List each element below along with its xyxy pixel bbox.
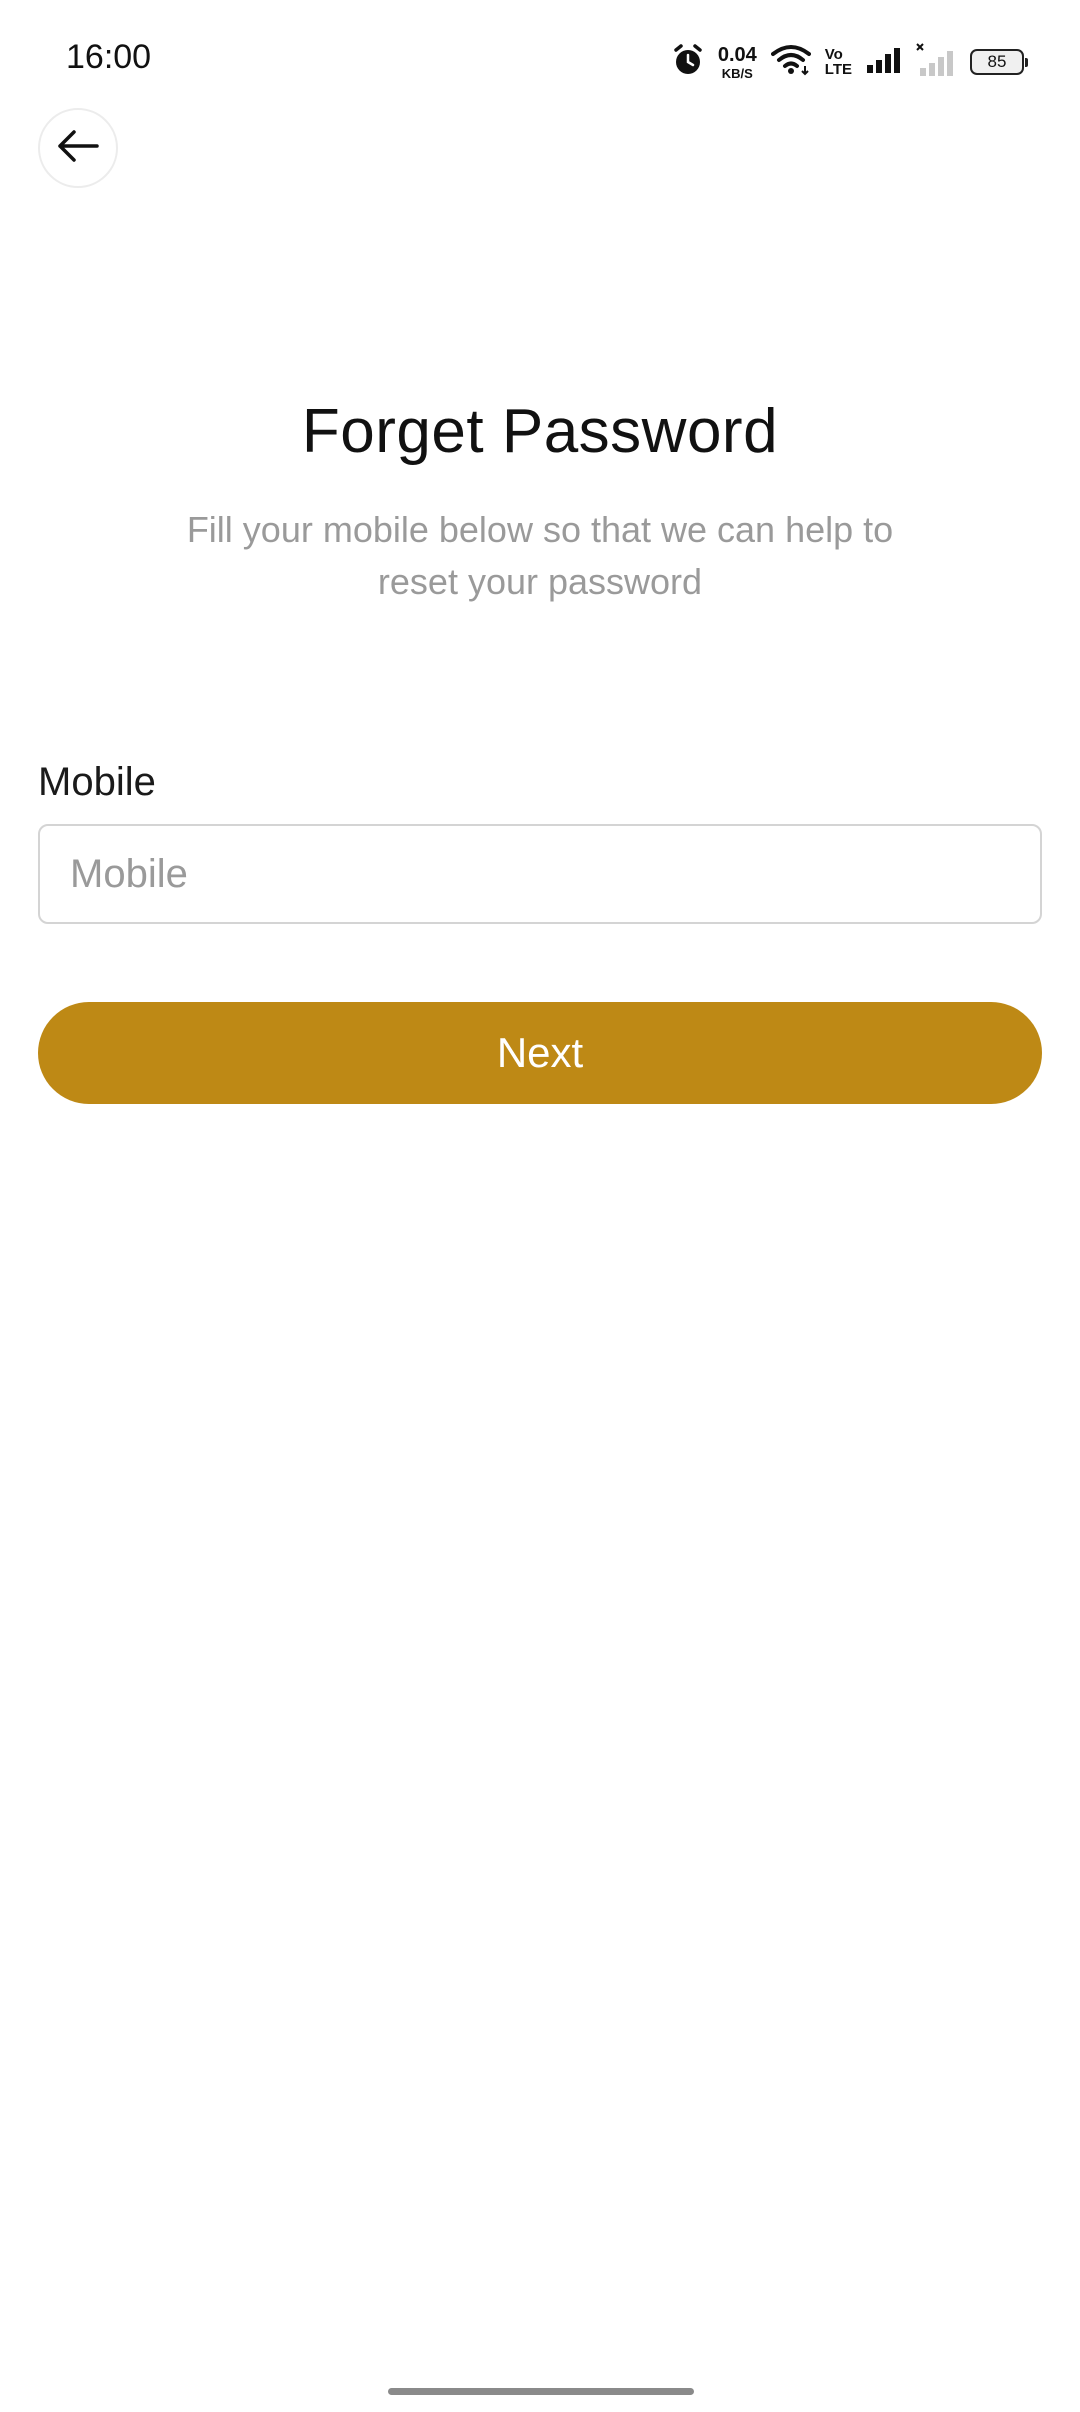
- volte-label-bottom: LTE: [824, 61, 852, 78]
- arrow-left-icon: [57, 129, 99, 168]
- battery-icon: 85: [970, 49, 1028, 75]
- status-icons: 0.04 KB/S Vo LTE 85: [672, 40, 1028, 84]
- volte-icon: Vo LTE: [825, 47, 852, 77]
- next-button[interactable]: Next: [38, 1002, 1042, 1104]
- home-indicator[interactable]: [388, 2388, 694, 2395]
- wifi-icon: [770, 44, 811, 81]
- mobile-input[interactable]: [38, 824, 1042, 924]
- battery-level: 85: [987, 52, 1007, 71]
- mobile-label: Mobile: [38, 760, 156, 804]
- status-bar: 16:00 0.04 KB/S Vo LTE 85: [0, 0, 1080, 120]
- alarm-icon: [672, 43, 704, 82]
- network-speed: 0.04 KB/S: [718, 45, 757, 80]
- network-speed-value: 0.04: [717, 43, 757, 66]
- signal-icon: [866, 46, 902, 79]
- page-title: Forget Password: [301, 397, 779, 466]
- network-speed-unit: KB/S: [721, 65, 753, 81]
- page-subtitle: Fill your mobile below so that we can he…: [186, 509, 894, 602]
- status-time: 16:00: [66, 38, 152, 76]
- back-button[interactable]: [38, 108, 118, 188]
- volte-label-top: Vo: [824, 46, 843, 63]
- signal-no-service-icon: [916, 42, 956, 82]
